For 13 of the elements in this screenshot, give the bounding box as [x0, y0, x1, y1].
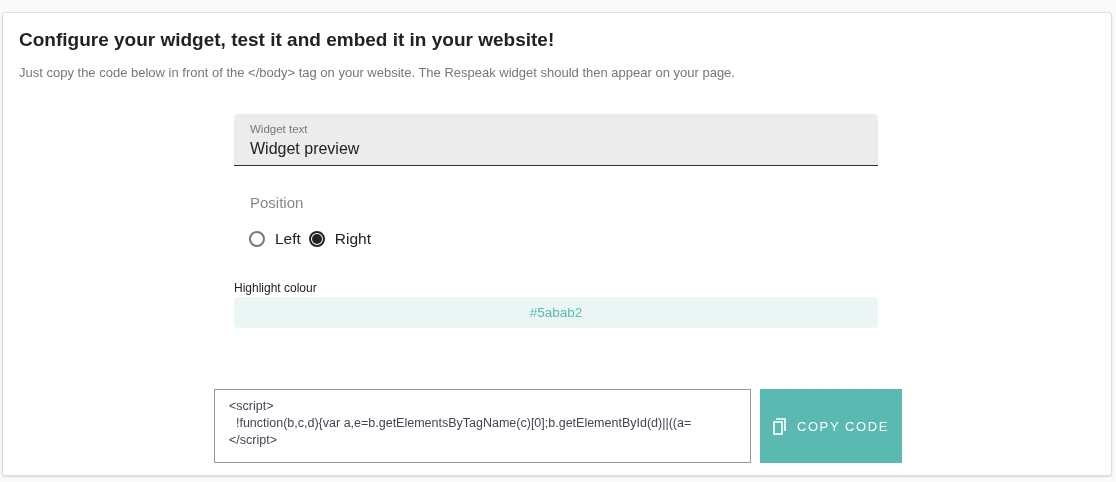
copy-icon	[772, 417, 787, 435]
widget-text-field[interactable]: Widget text Widget preview	[234, 114, 878, 166]
field-label: Widget text	[250, 123, 309, 135]
radio-option[interactable]: Right	[308, 230, 372, 248]
radio-button[interactable]	[249, 231, 265, 247]
radio-option[interactable]: Left	[249, 230, 301, 248]
position-label: Position	[250, 194, 305, 211]
field-value: Widget preview	[250, 140, 361, 158]
page-title: Configure your widget, test it and embed it in your website!	[19, 29, 556, 51]
code-box[interactable]: <script> !function(b,c,d){var a,e=b.getElementsByTagName(c)[0];b.getElementById(d)||((a= </script>	[214, 389, 751, 463]
highlight-colour-label: Highlight colour	[234, 281, 318, 295]
radio-button[interactable]	[308, 231, 325, 247]
instructions-text: Just copy the code below in front of the </body> tag on your website. The Respeak widget should then appear on your page.	[19, 65, 736, 80]
